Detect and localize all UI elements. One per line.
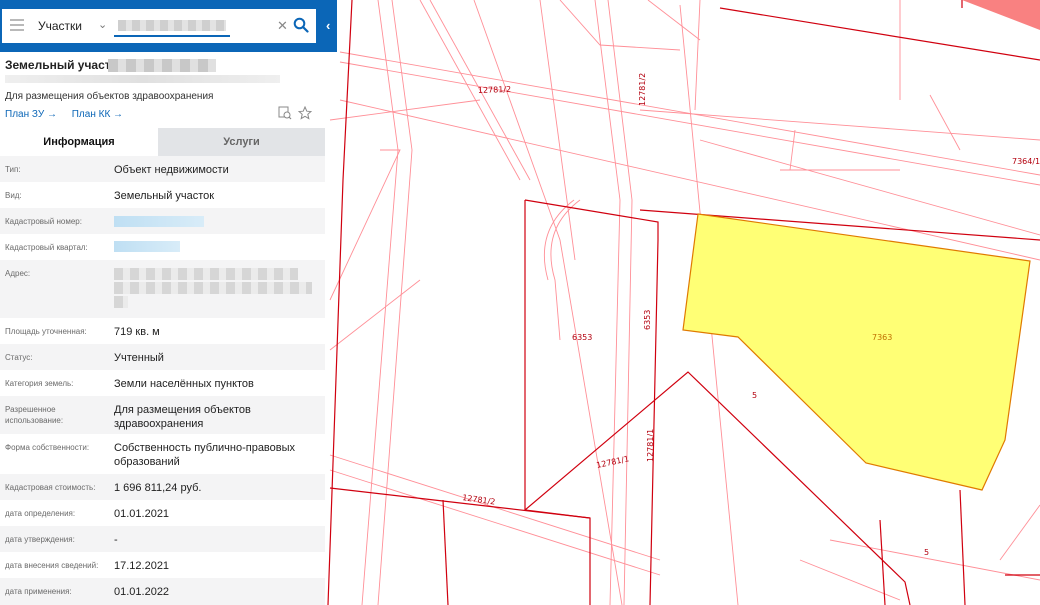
plan-zu-link[interactable]: План ЗУ → bbox=[5, 109, 57, 120]
close-icon[interactable]: ✕ bbox=[277, 18, 288, 34]
property-row: дата определения: 01.01.2021 bbox=[0, 500, 325, 526]
zoom-to-object-icon[interactable] bbox=[278, 106, 292, 120]
cadastral-number-value-blurred bbox=[114, 216, 204, 227]
map-label: 12781/1 bbox=[596, 454, 630, 470]
property-row: Тип: Объект недвижимости bbox=[0, 156, 325, 182]
address-value-blurred bbox=[114, 282, 312, 294]
card-title: Земельный участок bbox=[5, 58, 124, 72]
info-sidebar: Земельный участок Для размещения объекто… bbox=[0, 0, 325, 605]
map-label: 12781/2 bbox=[638, 73, 647, 106]
property-value: 01.01.2022 bbox=[114, 586, 170, 598]
property-row: дата внесения сведений: 17.12.2021 bbox=[0, 552, 325, 578]
property-value: Земли населённых пунктов bbox=[114, 378, 254, 390]
property-value: Для размещения объектов здравоохранения bbox=[114, 404, 251, 430]
map-label: 6353 bbox=[572, 333, 592, 342]
layer-select[interactable]: Участки bbox=[38, 19, 82, 33]
search-query-blurred bbox=[118, 20, 226, 31]
property-label: Кадастровый квартал: bbox=[5, 243, 88, 252]
map-label: 12781/2 bbox=[478, 85, 512, 95]
property-row: Площадь уточненная: 719 кв. м bbox=[0, 318, 325, 344]
map-label: 6353 bbox=[643, 310, 652, 330]
property-row: Кадастровый квартал: bbox=[0, 234, 325, 260]
collapse-panel-icon[interactable]: ‹ bbox=[326, 18, 330, 33]
property-value: 01.01.2021 bbox=[114, 508, 170, 520]
address-value-blurred bbox=[114, 296, 128, 308]
property-label: Разрешенное использование: bbox=[5, 405, 64, 425]
property-label: дата утверждения: bbox=[5, 535, 75, 544]
map-label: 5 bbox=[924, 548, 929, 557]
property-value: Земельный участок bbox=[114, 190, 215, 202]
property-label: Категория земель: bbox=[5, 379, 74, 388]
tab-information[interactable]: Информация bbox=[0, 128, 158, 156]
map-label: 7364/1 bbox=[1012, 157, 1040, 166]
property-label: дата внесения сведений: bbox=[5, 561, 99, 570]
property-label: Кадастровый номер: bbox=[5, 217, 82, 226]
search-icon[interactable] bbox=[293, 17, 309, 33]
property-row: Адрес: bbox=[0, 260, 325, 318]
cadastral-quarter-value-blurred bbox=[114, 241, 180, 252]
property-row: Статус: Учтенный bbox=[0, 344, 325, 370]
address-value-blurred bbox=[114, 268, 298, 280]
map-label: 7363 bbox=[872, 333, 892, 342]
property-label: дата применения: bbox=[5, 587, 72, 596]
property-value: 17.12.2021 bbox=[114, 560, 170, 572]
star-icon[interactable] bbox=[298, 106, 312, 120]
plan-links: План ЗУ → План КК → bbox=[5, 109, 135, 120]
property-label: Вид: bbox=[5, 191, 22, 200]
property-label: Площадь уточненная: bbox=[5, 327, 87, 336]
tab-services[interactable]: Услуги bbox=[158, 128, 325, 156]
property-row: Кадастровый номер: bbox=[0, 208, 325, 234]
search-bar: Участки ⌄ ✕ ‹ bbox=[0, 0, 337, 52]
property-row: Категория земель: Земли населённых пункт… bbox=[0, 370, 325, 396]
property-row: дата утверждения: - bbox=[0, 526, 325, 552]
property-row: дата применения: 01.01.2022 bbox=[0, 578, 325, 605]
menu-icon[interactable] bbox=[10, 19, 24, 31]
property-value: 719 кв. м bbox=[114, 326, 160, 338]
chevron-down-icon[interactable]: ⌄ bbox=[98, 18, 107, 31]
card-purpose: Для размещения объектов здравоохранения bbox=[5, 91, 214, 102]
property-label: дата определения: bbox=[5, 509, 76, 518]
subtitle-blurred bbox=[5, 75, 280, 83]
property-value: Собственность публично-правовых образова… bbox=[114, 442, 296, 468]
property-value: - bbox=[114, 534, 118, 546]
cadastral-number-blurred bbox=[108, 59, 216, 72]
property-label: Статус: bbox=[5, 353, 33, 362]
map-label: 12781/1 bbox=[646, 429, 655, 462]
property-row: Кадастровая стоимость: 1 696 811,24 руб. bbox=[0, 474, 325, 500]
search-input[interactable] bbox=[114, 15, 230, 37]
property-value: 1 696 811,24 руб. bbox=[114, 482, 202, 494]
search-box: Участки ⌄ ✕ bbox=[2, 9, 316, 43]
property-label: Адрес: bbox=[5, 269, 31, 278]
property-value: Объект недвижимости bbox=[114, 164, 229, 176]
property-row: Вид: Земельный участок bbox=[0, 182, 325, 208]
property-label: Тип: bbox=[5, 165, 21, 174]
property-row: Разрешенное использование: Для размещени… bbox=[0, 396, 325, 434]
property-row: Форма собственности: Собственность публи… bbox=[0, 434, 325, 474]
map-label: 5 bbox=[752, 391, 757, 400]
property-label: Кадастровая стоимость: bbox=[5, 483, 96, 492]
property-value: Учтенный bbox=[114, 352, 164, 364]
plan-kk-link[interactable]: План КК → bbox=[72, 109, 123, 120]
tab-bar: Информация Услуги bbox=[0, 128, 325, 156]
property-label: Форма собственности: bbox=[5, 443, 90, 452]
